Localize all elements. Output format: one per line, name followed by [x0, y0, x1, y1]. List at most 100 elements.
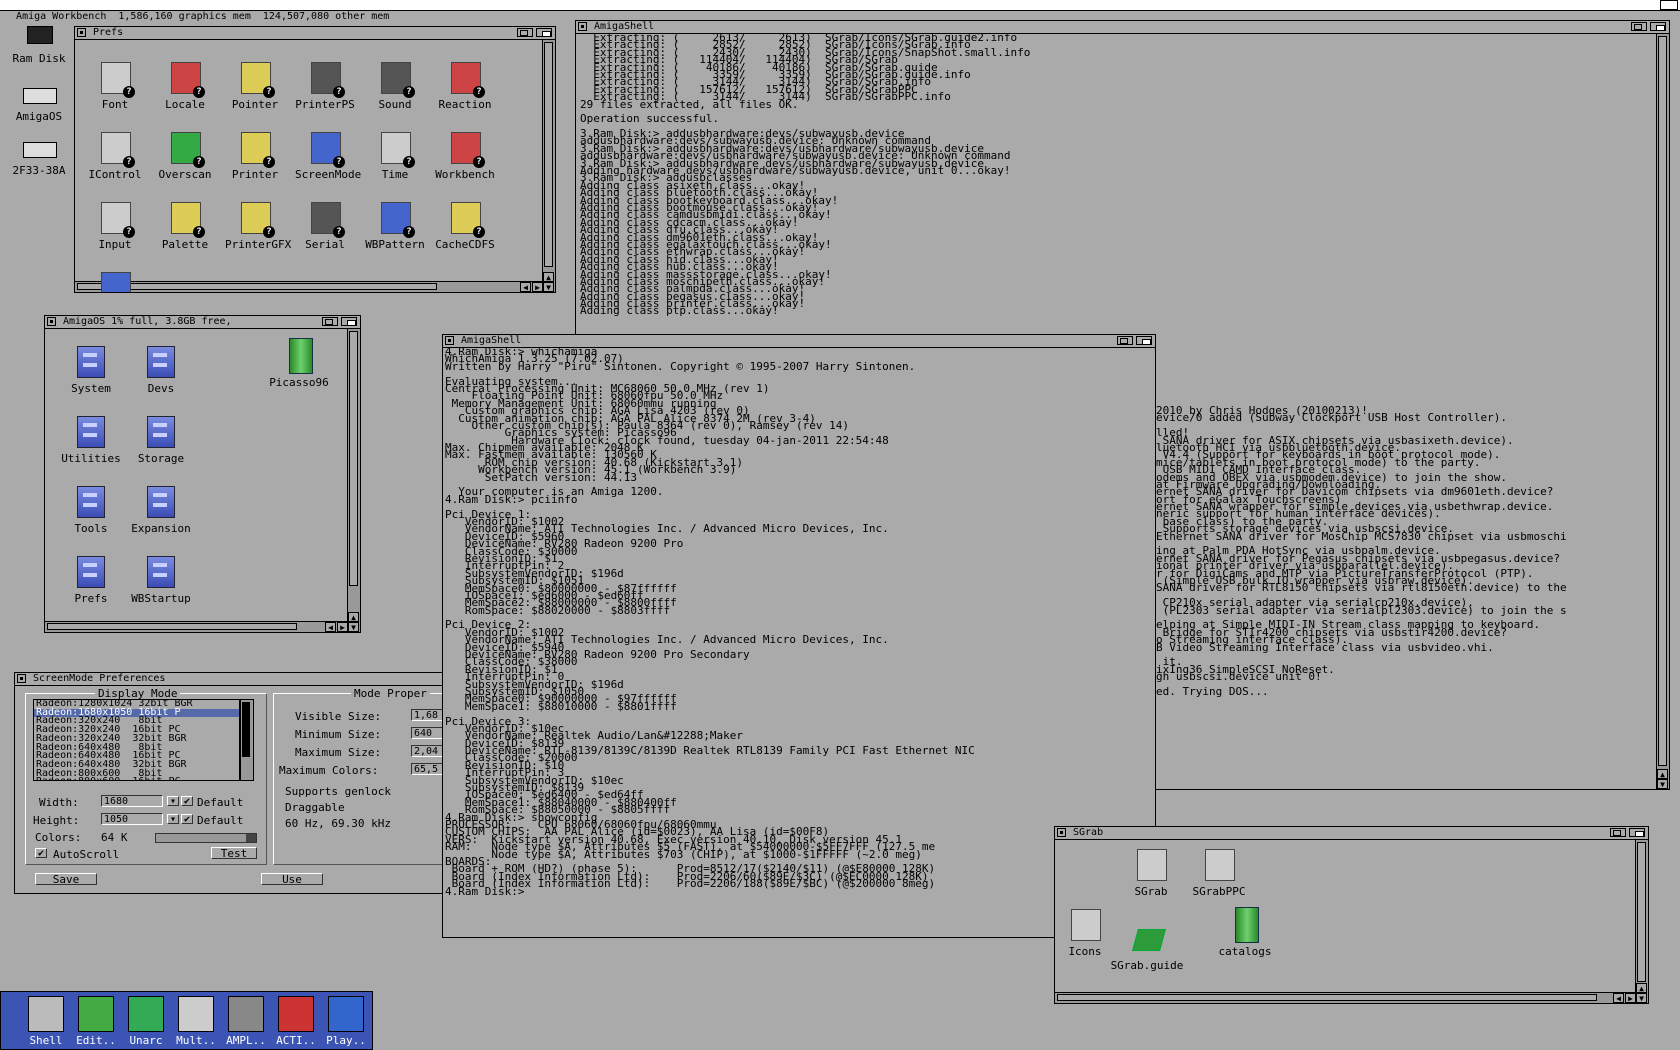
- prefs-titlebar[interactable]: Prefs: [75, 27, 555, 40]
- amidock[interactable]: Shell Edit.. Unarc Mult.. AMPL.. ACTI.. Play..: [0, 991, 373, 1050]
- dock-item-play[interactable]: Play..: [321, 996, 371, 1047]
- save-button[interactable]: Save: [35, 873, 97, 886]
- autoscroll-checkbox[interactable]: ✔: [35, 848, 47, 859]
- close-icon[interactable]: [1057, 828, 1066, 837]
- dock-item-edit[interactable]: Edit..: [71, 996, 121, 1047]
- scroll-left-arrow-icon[interactable]: ◀: [325, 622, 336, 632]
- drawer-icon-tools[interactable]: Tools: [61, 484, 121, 535]
- desktop-icon-2f33[interactable]: 2F33-38A: [4, 138, 74, 177]
- width-stepper[interactable]: ▾: [167, 796, 179, 807]
- sgrab-icon-sgrab[interactable]: SGrab: [1121, 847, 1181, 898]
- height-field[interactable]: 1050: [101, 813, 163, 825]
- drawer-icon-devs[interactable]: Devs: [131, 344, 191, 395]
- screen-depth-gadget[interactable]: [1660, 0, 1678, 10]
- prefs-icon-cachecdfs[interactable]: ? CacheCDFS: [435, 200, 495, 251]
- scroll-knob[interactable]: [1057, 994, 1597, 1001]
- sgrab-icon-icons[interactable]: Icons: [1055, 907, 1115, 958]
- desktop-icon-ram-disk[interactable]: Ram Disk: [4, 20, 74, 65]
- close-icon[interactable]: [17, 674, 26, 683]
- scroll-down-arrow-icon[interactable]: ▼: [1636, 993, 1647, 1003]
- scroll-up-arrow-icon[interactable]: ▲: [1636, 983, 1647, 993]
- screen-title-bar[interactable]: Amiga Workbench 1,586,160 graphics mem 1…: [0, 0, 1680, 22]
- dock-item-ampl[interactable]: AMPL..: [221, 996, 271, 1047]
- amigaos-horizontal-scrollbar[interactable]: ◀ ▶: [45, 621, 348, 632]
- scroll-left-arrow-icon[interactable]: ◀: [1613, 993, 1624, 1003]
- dock-item-shell[interactable]: Shell: [21, 996, 71, 1047]
- prefs-icon-pointer[interactable]: ? Pointer: [225, 60, 285, 111]
- mode-list-scrollbar[interactable]: [240, 699, 254, 781]
- screenmode-prefs-window[interactable]: ScreenMode Preferences Display Mode Rade…: [14, 672, 444, 894]
- prefs-icon-screenmode[interactable]: ? ScreenMode: [295, 130, 361, 181]
- prefs-icon-reaction[interactable]: ? Reaction: [435, 60, 495, 111]
- display-mode-list[interactable]: Radeon:1280x1024 32bit BGR Radeon:1680x10…: [33, 699, 240, 781]
- prefs-icon-time[interactable]: ? Time: [365, 130, 425, 181]
- scroll-knob[interactable]: [242, 702, 250, 757]
- sgrab-horizontal-scrollbar[interactable]: ◀ ▶: [1055, 992, 1636, 1003]
- shell2-output[interactable]: 4.Ram Disk:> whichamiga WhichAmiga 1.3.25…: [445, 346, 975, 897]
- close-icon[interactable]: [578, 22, 587, 31]
- prefs-icon-overscan[interactable]: ? Overscan: [155, 130, 215, 181]
- prefs-icon-sound[interactable]: ? Sound: [365, 60, 425, 111]
- zoom-icon[interactable]: [517, 28, 533, 37]
- slider-knob[interactable]: [246, 834, 256, 842]
- prefs-icon-printergfx[interactable]: ? PrinterGFX: [225, 200, 291, 251]
- dock-item-mult[interactable]: Mult..: [171, 996, 221, 1047]
- prefs-icon-locale[interactable]: ? Locale: [155, 60, 215, 111]
- amigaos-vertical-scrollbar[interactable]: ▲ ▼: [347, 329, 360, 632]
- sgrab-icon-sgrabppc[interactable]: SGrabPPC: [1189, 847, 1249, 898]
- sgrab-titlebar[interactable]: SGrab: [1055, 827, 1648, 840]
- depth-icon[interactable]: [1650, 22, 1666, 31]
- scroll-knob[interactable]: [1637, 842, 1646, 982]
- depth-icon[interactable]: [1136, 336, 1152, 345]
- prefs-vertical-scrollbar[interactable]: ▲ ▼: [542, 40, 555, 292]
- drawer-icon-wbstartup[interactable]: WBStartup: [131, 554, 191, 605]
- scroll-up-arrow-icon[interactable]: ▲: [1657, 769, 1668, 779]
- sgrab-icon-sgrab-guide[interactable]: SGrab.guide: [1107, 921, 1187, 972]
- drawer-icon-system[interactable]: System: [61, 344, 121, 395]
- depth-icon[interactable]: [341, 317, 357, 326]
- shell1-vertical-scrollbar[interactable]: ▲ ▼: [1656, 34, 1669, 789]
- prefs-icon-printerps[interactable]: ? PrinterPS: [295, 60, 355, 111]
- prefs-icon-printer[interactable]: ? Printer: [225, 130, 285, 181]
- shell1-output[interactable]: Extracting: ( 2613/ 2613) SGrab/Icons/SG…: [580, 32, 1030, 317]
- depth-icon[interactable]: [1629, 828, 1645, 837]
- scroll-down-arrow-icon[interactable]: ▼: [348, 622, 359, 632]
- prefs-icon-pres[interactable]: Pres: [85, 270, 145, 292]
- prefs-icon-serial[interactable]: ? Serial: [295, 200, 355, 251]
- height-default-checkbox[interactable]: ✔: [181, 814, 193, 825]
- amigaos-drawer-window[interactable]: AmigaOS 1% full, 3.8GB free, ▲ ▼ ◀ ▶ Sys…: [44, 315, 361, 633]
- prefs-icon-palette[interactable]: ? Palette: [155, 200, 215, 251]
- prefs-icon-font[interactable]: ? Font: [85, 60, 145, 111]
- width-field[interactable]: 1680: [101, 795, 163, 807]
- dock-item-acti[interactable]: ACTI..: [271, 996, 321, 1047]
- drawer-icon-utilities[interactable]: Utilities: [61, 414, 121, 465]
- test-button[interactable]: Test: [211, 847, 257, 860]
- zoom-icon[interactable]: [322, 317, 338, 326]
- amigashell-window-2[interactable]: AmigaShell 4.Ram Disk:> whichamiga WhichA…: [442, 334, 1156, 938]
- zoom-icon[interactable]: [1610, 828, 1626, 837]
- scroll-down-arrow-icon[interactable]: ▼: [543, 282, 554, 292]
- scroll-right-arrow-icon[interactable]: ▶: [532, 282, 543, 292]
- sgrab-drawer-window[interactable]: SGrab ▲ ▼ ◀ ▶ SGrab SGrabPPC Icons SGrab.gu…: [1054, 826, 1649, 1004]
- prefs-icon-input[interactable]: ? Input: [85, 200, 145, 251]
- use-button[interactable]: Use: [261, 873, 323, 886]
- close-icon[interactable]: [47, 317, 56, 326]
- scroll-right-arrow-icon[interactable]: ▶: [1625, 993, 1636, 1003]
- dock-item-unarc[interactable]: Unarc: [121, 996, 171, 1047]
- display-mode-item[interactable]: Radeon:800x600 16bit PC: [34, 777, 239, 780]
- depth-icon[interactable]: [536, 28, 552, 37]
- prefs-icon-wbpattern[interactable]: ? WBPattern: [365, 200, 425, 251]
- drawer-icon-picasso96[interactable]: Picasso96: [269, 338, 329, 389]
- drawer-icon-storage[interactable]: Storage: [131, 414, 191, 465]
- scroll-up-arrow-icon[interactable]: ▲: [348, 612, 359, 622]
- scroll-knob[interactable]: [544, 42, 553, 267]
- prefs-icon-workbench[interactable]: ? Workbench: [435, 130, 495, 181]
- sgrab-vertical-scrollbar[interactable]: ▲ ▼: [1635, 840, 1648, 1003]
- scroll-knob[interactable]: [1658, 36, 1667, 766]
- drawer-icon-prefs[interactable]: Prefs: [61, 554, 121, 605]
- width-default-checkbox[interactable]: ✔: [181, 796, 193, 807]
- sgrab-icon-catalogs[interactable]: catalogs: [1215, 907, 1275, 958]
- prefs-window[interactable]: Prefs ▲ ▼ ◀ ▶ ? Font? Locale? Pointer? Print…: [74, 26, 556, 293]
- height-stepper[interactable]: ▾: [167, 814, 179, 825]
- scroll-knob[interactable]: [47, 623, 297, 630]
